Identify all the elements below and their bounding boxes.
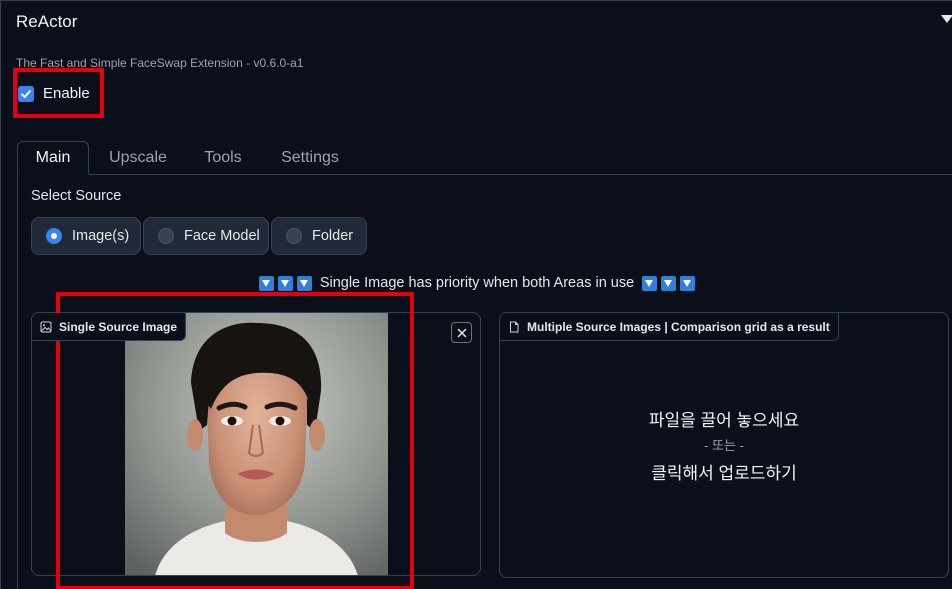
radio-unselected-icon (286, 228, 302, 244)
radio-face-model-label: Face Model (184, 228, 260, 244)
tab-upscale[interactable]: Upscale (97, 141, 179, 175)
file-icon (510, 321, 519, 332)
down-arrow-icon (258, 275, 274, 291)
face-photo (125, 313, 388, 575)
close-icon[interactable] (451, 322, 472, 343)
down-arrow-icon (277, 275, 293, 291)
down-arrow-icon (642, 275, 658, 291)
drop-files-text: 파일을 끌어 놓으세요 (648, 411, 800, 430)
enable-label: Enable (43, 85, 90, 102)
down-arrow-icon (680, 275, 696, 291)
multiple-source-label-text: Multiple Source Images | Comparison grid… (527, 319, 830, 334)
down-arrow-icon (296, 275, 312, 291)
single-source-label-text: Single Source Image (59, 319, 178, 334)
priority-note: Single Image has priority when both Area… (1, 275, 952, 291)
priority-text: Single Image has priority when both Area… (319, 275, 635, 291)
down-arrow-icon (661, 275, 677, 291)
radio-images-label: Image(s) (72, 228, 130, 244)
tab-settings[interactable]: Settings (269, 141, 351, 175)
tab-main[interactable]: Main (17, 141, 89, 175)
image-icon (40, 321, 52, 332)
extension-title: ReActor (16, 12, 78, 31)
multiple-source-images-box[interactable]: Multiple Source Images | Comparison grid… (499, 312, 949, 578)
extension-subtitle: The Fast and Simple FaceSwap Extension -… (16, 56, 304, 70)
or-text: - 또는 - (704, 438, 744, 453)
radio-selected-icon (46, 228, 62, 244)
reactor-panel: ReActor The Fast and Simple FaceSwap Ext… (0, 0, 952, 589)
radio-folder-label: Folder (312, 228, 354, 244)
click-upload-text[interactable]: 클릭해서 업로드하기 (500, 459, 948, 484)
multiple-source-label: Multiple Source Images | Comparison grid… (500, 313, 839, 341)
single-source-label: Single Source Image (32, 313, 187, 341)
select-source-label: Select Source (31, 188, 122, 204)
radio-face-model[interactable]: Face Model (143, 217, 269, 255)
single-source-image-box[interactable]: Single Source Image (31, 312, 481, 576)
radio-images[interactable]: Image(s) (31, 217, 141, 255)
radio-folder[interactable]: Folder (271, 217, 367, 255)
enable-checkbox[interactable]: Enable (18, 85, 90, 102)
radio-unselected-icon (158, 228, 174, 244)
tab-tools[interactable]: Tools (191, 141, 255, 175)
collapse-arrow-icon[interactable] (941, 15, 952, 23)
checkmark-icon[interactable] (18, 85, 34, 102)
